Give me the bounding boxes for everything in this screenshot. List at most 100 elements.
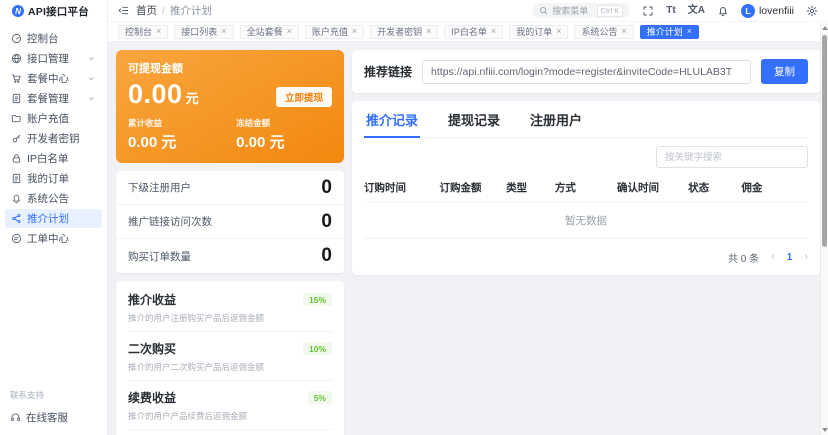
pagination-total: 共 0 条	[728, 250, 759, 265]
balance-sub-label: 累计收益	[128, 117, 236, 129]
tab-close-icon[interactable]: ×	[556, 27, 561, 36]
translate-icon[interactable]: 文A	[688, 6, 705, 16]
sidebar-item-my-orders[interactable]: 我的订单	[5, 169, 102, 188]
sidebar-item-package-manage[interactable]: 套餐管理	[5, 89, 102, 108]
sidebar: N API接口平台 控制台接口管理套餐中心套餐管理账户充值开发者密钥IP白名单我…	[0, 0, 108, 435]
column-header: 方式	[555, 174, 617, 203]
sidebar-item-online-service[interactable]: 在线客服	[10, 410, 97, 425]
tab-dev-key[interactable]: 开发者密钥×	[370, 25, 438, 39]
main-area: 首页 / 推介计划 搜索菜单 Ctrl K Tt 文A L lovenfiii	[108, 0, 828, 435]
referral-link-input[interactable]	[422, 60, 751, 84]
tab-label: 接口列表	[181, 25, 217, 38]
tab-announcements[interactable]: 系统公告 ×	[574, 25, 633, 39]
tab-close-icon[interactable]: ×	[156, 27, 161, 36]
empty-state: 暂无数据	[364, 203, 808, 239]
sidebar-menu: 控制台接口管理套餐中心套餐管理账户充值开发者密钥 IP白名单我的订单系统公告推介计…	[0, 28, 107, 249]
record-tab-referral-records[interactable]: 推介记录	[364, 101, 420, 138]
doc-list-icon	[11, 93, 22, 104]
sidebar-item-recharge[interactable]: 账户充值	[5, 109, 102, 128]
breadcrumb-home[interactable]: 首页	[136, 3, 157, 18]
sidebar-item-dev-key[interactable]: 开发者密钥	[5, 129, 102, 148]
record-tab-withdraw-records[interactable]: 提现记录	[446, 101, 502, 138]
tab-label: 全站套餐	[247, 25, 283, 38]
tab-label: IP白名单	[451, 25, 487, 38]
username: lovenfiii	[759, 5, 794, 17]
settings-gear-icon[interactable]	[806, 5, 818, 17]
tab-recharge[interactable]: 账户充值×	[305, 25, 364, 39]
referral-link-label: 推荐链接	[364, 63, 412, 80]
tab-close-icon[interactable]: ×	[687, 27, 692, 36]
copy-button[interactable]: 复制	[761, 59, 808, 84]
stat-label: 购买订单数量	[128, 249, 191, 264]
page-number[interactable]: 1	[787, 252, 793, 263]
dashboard-icon	[11, 33, 22, 44]
sidebar-item-label: 账户充值	[27, 111, 69, 126]
globe-icon	[11, 53, 22, 64]
balance-title: 可提现金额	[128, 60, 332, 76]
tab-close-icon[interactable]: ×	[352, 27, 357, 36]
balance-sub-stats: 累计收益0.00 元冻结金额0.00 元	[128, 117, 332, 152]
commission-desc: 推介的用户二次购买产品后返佣金额	[128, 361, 332, 373]
commission-rate-badge: 15%	[303, 293, 332, 306]
tab-referral[interactable]: 推介计划×	[640, 25, 699, 39]
font-size-icon[interactable]: Tt	[666, 6, 675, 16]
page-content: 可提现金额 0.00元 立即提现 累计收益0.00 元冻结金额0.00 元 下级…	[108, 42, 828, 435]
user-menu[interactable]: L lovenfiii	[741, 4, 794, 18]
sidebar-footer: 联系支持 在线客服	[0, 383, 107, 435]
sidebar-item-label: 套餐管理	[27, 91, 69, 106]
menu-search[interactable]: 搜索菜单 Ctrl K	[532, 3, 630, 18]
balance-sub-label: 冻结金额	[236, 117, 284, 129]
sidebar-item-label: 控制台	[27, 31, 59, 46]
tab-close-icon[interactable]: ×	[287, 27, 292, 36]
keyword-search-input[interactable]	[656, 146, 808, 168]
tab-close-icon[interactable]: ×	[221, 27, 226, 36]
pagination: 共 0 条 ‹ 1 ›	[364, 239, 808, 265]
scroll-down-arrow-icon[interactable]	[821, 425, 828, 435]
chevron-down-icon	[87, 74, 96, 83]
sidebar-item-api-manage[interactable]: 接口管理	[5, 49, 102, 68]
sidebar-item-referral[interactable]: 推介计划	[5, 209, 102, 228]
sidebar-item-ip-whitelist[interactable]: IP白名单	[5, 149, 102, 168]
chevron-down-icon	[87, 54, 96, 63]
tab-ip-whitelist[interactable]: IP白名单 ×	[444, 25, 503, 39]
tab-close-icon[interactable]: ×	[621, 27, 626, 36]
scroll-up-arrow-icon[interactable]	[821, 23, 828, 33]
menu-fold-icon[interactable]	[118, 5, 129, 16]
stat-value: 0	[321, 177, 332, 199]
withdraw-button[interactable]: 立即提现	[276, 87, 332, 107]
app-title: API接口平台	[28, 4, 89, 19]
commission-rate-badge: 10%	[303, 342, 332, 355]
records-table: 订购时间订购金额类型方式确认时间状态佣金	[364, 174, 808, 203]
sidebar-item-package-center[interactable]: 套餐中心	[5, 69, 102, 88]
notification-bell-icon[interactable]	[717, 5, 729, 17]
sidebar-item-announcements[interactable]: 系统公告	[5, 189, 102, 208]
vertical-scrollbar[interactable]	[820, 23, 828, 435]
tab-close-icon[interactable]: ×	[426, 27, 431, 36]
sidebar-item-tickets[interactable]: 工单中心	[5, 229, 102, 248]
column-header: 类型	[506, 174, 555, 203]
tab-console[interactable]: 控制台×	[118, 25, 168, 39]
records-tabs: 推介记录提现记录注册用户	[364, 101, 808, 138]
search-icon	[539, 6, 548, 15]
sidebar-item-console[interactable]: 控制台	[5, 29, 102, 48]
tab-close-icon[interactable]: ×	[491, 27, 496, 36]
tab-label: 系统公告	[581, 25, 617, 38]
next-page-icon[interactable]: ›	[804, 252, 808, 263]
avatar: L	[741, 4, 755, 18]
commission-title: 推介收益	[128, 291, 176, 308]
record-tab-registered-users[interactable]: 注册用户	[528, 101, 584, 138]
scrollbar-thumb[interactable]	[822, 35, 827, 247]
stat-label: 下级注册用户	[128, 180, 191, 195]
bell-icon	[11, 193, 22, 204]
referral-link-card: 推荐链接 复制	[352, 50, 820, 93]
tab-api-list[interactable]: 接口列表 ×	[174, 25, 233, 39]
stat-value: 0	[321, 245, 332, 267]
stat-row: 购买订单数量 0	[116, 239, 344, 273]
sidebar-item-label: IP白名单	[27, 151, 68, 166]
tab-my-orders[interactable]: 我的订单×	[509, 25, 568, 39]
prev-page-icon[interactable]: ‹	[771, 252, 775, 263]
fullscreen-icon[interactable]	[642, 5, 654, 17]
left-column: 可提现金额 0.00元 立即提现 累计收益0.00 元冻结金额0.00 元 下级…	[116, 50, 344, 427]
tab-site-packages[interactable]: 全站套餐 ×	[240, 25, 299, 39]
right-column: 推荐链接 复制 推介记录提现记录注册用户 订购时间订购金额类型方式确认时间状态佣…	[352, 50, 820, 427]
